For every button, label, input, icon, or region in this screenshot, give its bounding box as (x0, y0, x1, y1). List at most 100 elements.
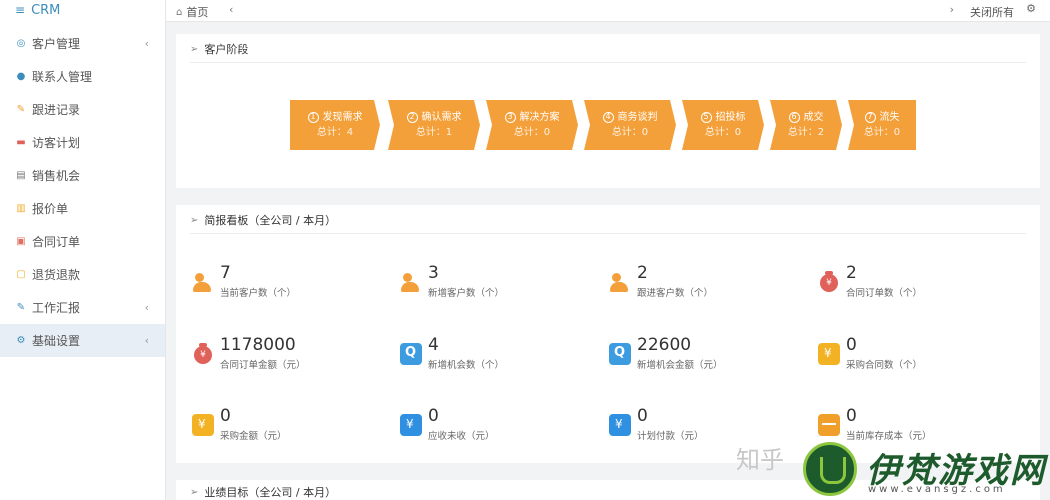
stat-contract-orders[interactable]: 2 合同订单数（个） (818, 263, 1008, 303)
stage-step[interactable]: 4 商务谈判 总计：0 (584, 100, 676, 150)
brand[interactable]: ≡ CRM (0, 0, 165, 20)
stat-label: 当前库存成本（元） (846, 431, 932, 442)
customers-icon: ◎ (16, 38, 26, 49)
tab-scroll-left-icon[interactable]: ‹ (229, 3, 233, 16)
panel-title: ➢ 简报看板（全公司 / 本月） (176, 205, 1040, 235)
stat-value: 1178000 (220, 335, 296, 355)
stage-number: 4 (602, 111, 614, 123)
tab-home[interactable]: ⌂ 首页 (176, 4, 208, 20)
paper-plane-icon: ➢ (190, 43, 199, 55)
stage-step[interactable]: 7 流失 总计：0 (848, 100, 916, 150)
stage-panel: ➢ 客户阶段 1 发现需求 总计：4 2 确认需求 总计：1 3 解决方案 总计：0 … (176, 34, 1040, 188)
car-icon: ▬ (16, 137, 26, 148)
stage-step[interactable]: 6 成交 总计：2 (770, 100, 842, 150)
stat-inventory-cost[interactable]: 0 当前库存成本（元） (818, 406, 1008, 446)
sidebar-item-contracts[interactable]: ▣ 合同订单 (0, 225, 165, 258)
stat-purchase-contracts[interactable]: 0 采购合同数（个） (818, 335, 1008, 375)
report-icon: ✎ (16, 302, 26, 313)
stage-count: 总计：2 (787, 127, 825, 138)
panel-title-text: 业绩目标（全公司 / 本月） (204, 486, 337, 499)
paper-plane-icon: ➢ (190, 214, 199, 226)
stat-label: 新增机会金额（元） (637, 360, 723, 371)
stage-number: 5 (700, 111, 712, 123)
close-all-button[interactable]: 关闭所有 (970, 4, 1014, 20)
stat-label: 合同订单金额（元） (220, 360, 306, 371)
sidebar-item-followup[interactable]: ✎ 跟进记录 (0, 93, 165, 126)
stage-number: 6 (788, 111, 800, 123)
sidebar-item-refunds[interactable]: ▢ 退货退款 (0, 258, 165, 291)
stage-count: 总计：0 (704, 127, 742, 138)
panel-title-text: 简报看板（全公司 / 本月） (204, 214, 337, 227)
stat-value: 4 (428, 335, 439, 355)
site-logo-icon (803, 442, 857, 496)
money-bag-icon (818, 271, 840, 293)
brand-name: CRM (31, 2, 61, 18)
tab-home-label: 首页 (186, 6, 209, 19)
stage-step[interactable]: 5 招投标 总计：0 (682, 100, 764, 150)
stat-new-opportunities[interactable]: 4 新增机会数（个） (400, 335, 590, 375)
money-bag-icon (192, 343, 214, 365)
sidebar-item-settings[interactable]: ⚙ 基础设置 ‹ (0, 324, 165, 357)
stage-step[interactable]: 2 确认需求 总计：1 (388, 100, 480, 150)
sidebar-item-quotes[interactable]: ▥ 报价单 (0, 192, 165, 225)
stat-label: 合同订单数（个） (846, 288, 923, 299)
divider (190, 233, 1026, 234)
stat-label: 新增客户数（个） (428, 288, 505, 299)
sidebar-item-opportunities[interactable]: ▤ 销售机会 (0, 159, 165, 192)
home-icon: ⌂ (176, 6, 183, 18)
stat-value: 0 (220, 406, 231, 426)
sidebar-item-label: 基础设置 (32, 334, 81, 348)
stat-contract-amount[interactable]: 1178000 合同订单金额（元） (192, 335, 382, 375)
stat-value: 7 (220, 263, 231, 283)
stat-value: 3 (428, 263, 439, 283)
sidebar-item-label: 销售机会 (32, 169, 81, 183)
stat-receivable[interactable]: 0 应收未收（元） (400, 406, 590, 446)
stat-value: 0 (637, 406, 648, 426)
document-icon: ▥ (16, 203, 26, 214)
sidebar-item-label: 退货退款 (32, 268, 81, 282)
panel-title-text: 客户阶段 (204, 43, 249, 56)
chevron-left-icon: ‹ (144, 334, 149, 347)
chart-icon: ▤ (16, 170, 26, 181)
stage-step[interactable]: 1 发现需求 总计：4 (290, 100, 380, 150)
stat-new-customers[interactable]: 3 新增客户数（个） (400, 263, 590, 303)
stage-count: 总计：1 (415, 127, 453, 138)
sidebar-item-label: 客户管理 (32, 37, 81, 51)
user-icon (609, 271, 631, 293)
sidebar-item-visit-plan[interactable]: ▬ 访客计划 (0, 126, 165, 159)
chevron-left-icon: ‹ (144, 301, 149, 314)
stat-opportunity-amount[interactable]: 22600 新增机会金额（元） (609, 335, 799, 375)
stage-label: 流失 (879, 112, 900, 123)
stat-label: 当前客户数（个） (220, 288, 297, 299)
sidebar-item-work-report[interactable]: ✎ 工作汇报 ‹ (0, 291, 165, 324)
user-icon (400, 271, 422, 293)
tab-scroll-right-icon[interactable]: › (950, 3, 954, 16)
zhihu-watermark: 知乎 (736, 446, 784, 474)
sidebar-item-label: 访客计划 (32, 136, 81, 150)
sidebar-item-label: 合同订单 (32, 235, 81, 249)
contract-icon: ▣ (16, 236, 26, 247)
stage-count: 总计：0 (513, 127, 551, 138)
stat-value: 2 (637, 263, 648, 283)
sidebar-item-customers[interactable]: ◎ 客户管理 ‹ (0, 27, 165, 60)
search-icon (609, 343, 631, 365)
stage-step[interactable]: 3 解决方案 总计：0 (486, 100, 578, 150)
sidebar-item-label: 联系人管理 (32, 70, 93, 84)
stat-value: 0 (846, 406, 857, 426)
paper-plane-icon: ➢ (190, 486, 199, 498)
return-icon: ▢ (16, 269, 26, 280)
stat-label: 采购合同数（个） (846, 360, 923, 371)
edit-icon: ✎ (16, 104, 26, 115)
panel-title: ➢ 客户阶段 (176, 34, 1040, 64)
stage-number: 7 (864, 111, 876, 123)
hamburger-icon[interactable]: ≡ (15, 3, 25, 17)
gear-icon[interactable]: ⚙ (1026, 2, 1036, 15)
sidebar-item-contacts[interactable]: ● 联系人管理 (0, 60, 165, 93)
stage-label: 发现需求 (322, 112, 363, 123)
stat-current-customers[interactable]: 7 当前客户数（个） (192, 263, 382, 303)
stage-count: 总计：0 (863, 127, 901, 138)
stat-purchase-amount[interactable]: 0 采购金额（元） (192, 406, 382, 446)
stat-label: 新增机会数（个） (428, 360, 505, 371)
search-icon (400, 343, 422, 365)
stat-followup-customers[interactable]: 2 跟进客户数（个） (609, 263, 799, 303)
